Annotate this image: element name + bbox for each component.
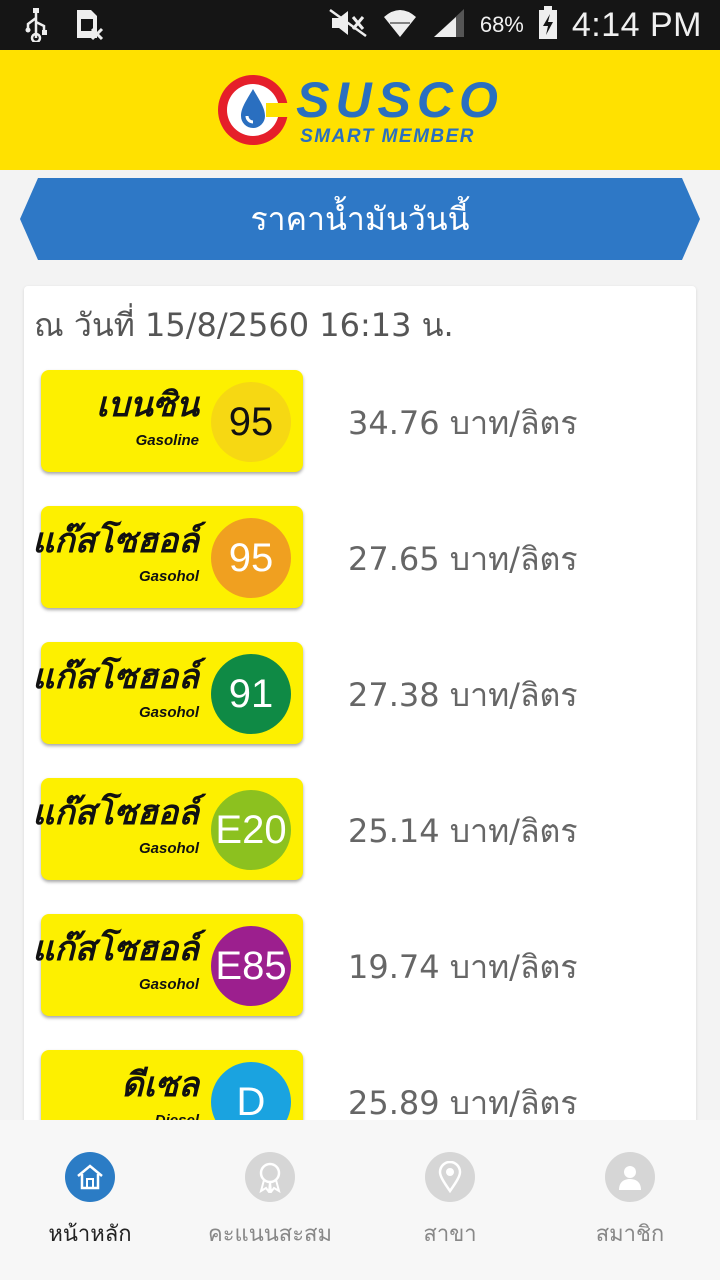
fuel-name-thai: แก๊สโซฮอล์ (32, 521, 199, 561)
fuel-grade-badge: 91 (211, 654, 291, 734)
fuel-name-english: Gasohol (138, 568, 199, 585)
fuel-row: เบนซิน Gasoline 95 34.76 บาท/ลิตร (41, 370, 681, 474)
nav-points[interactable]: คะแนนสะสม (180, 1120, 360, 1280)
fuel-price: 27.65 บาท/ลิตร (348, 540, 578, 578)
signal-icon (432, 7, 466, 43)
mute-icon (328, 8, 368, 42)
fuel-badge: แก๊สโซฮอล์ Gasohol 91 (32, 642, 303, 744)
fuel-price: 34.76 บาท/ลิตร (348, 404, 578, 442)
nav-branches[interactable]: สาขา (360, 1120, 540, 1280)
fuel-badge: แก๊สโซฮอล์ Gasohol 95 (32, 506, 303, 608)
user-icon (605, 1152, 655, 1202)
brand-name: SUSCO (296, 71, 504, 128)
price-date: ณ วันที่ 15/8/2560 16:13 น. (34, 306, 454, 344)
nav-home-label: หน้าหลัก (48, 1222, 132, 1247)
fuel-price: 27.38 บาท/ลิตร (348, 676, 578, 714)
clock: 4:14 PM (571, 5, 702, 44)
fuel-badge: แก๊สโซฮอล์ Gasohol E85 (32, 914, 303, 1016)
fuel-grade-badge: E20 (211, 790, 291, 870)
fuel-badge: แก๊สโซฮอล์ Gasohol E20 (32, 778, 303, 880)
fuel-name-thai: เบนซิน (96, 385, 199, 425)
fuel-name-thai: ดีเซล (121, 1065, 199, 1105)
fuel-row: แก๊สโซฮอล์ Gasohol 91 27.38 บาท/ลิตร (32, 642, 681, 746)
fuel-grade-badge: 95 (211, 382, 291, 462)
susco-drop-logo-icon (218, 75, 291, 145)
page-title: ราคาน้ำมันวันนี้ (250, 199, 470, 238)
susco-logo: SUSCO SMART MEMBER (216, 73, 504, 147)
nav-points-label: คะแนนสะสม (208, 1222, 332, 1247)
fuel-row: แก๊สโซฮอล์ Gasohol 95 27.65 บาท/ลิตร (32, 506, 681, 610)
app-header: SUSCO SMART MEMBER (0, 50, 720, 170)
battery-charging-icon (538, 6, 558, 44)
fuel-name-english: Gasohol (138, 704, 199, 721)
brand-subtitle: SMART MEMBER (300, 125, 476, 147)
fuel-name-thai: แก๊สโซฮอล์ (32, 929, 199, 969)
sim-missing-icon (74, 9, 104, 45)
fuel-row: แก๊สโซฮอล์ Gasohol E20 25.14 บาท/ลิตร (32, 778, 681, 882)
fuel-badge: เบนซิน Gasoline 95 (41, 370, 303, 472)
usb-icon (24, 8, 48, 46)
home-icon (65, 1152, 115, 1202)
location-pin-icon (425, 1152, 475, 1202)
price-card: ณ วันที่ 15/8/2560 16:13 น. เบนซิน Gasoli… (24, 286, 696, 1136)
fuel-name-english: Gasoline (135, 432, 199, 449)
fuel-name-thai: แก๊สโซฮอล์ (32, 657, 199, 697)
title-ribbon: ราคาน้ำมันวันนี้ (20, 178, 700, 260)
wifi-icon (382, 7, 418, 43)
fuel-price: 25.14 บาท/ลิตร (348, 812, 578, 850)
nav-home[interactable]: หน้าหลัก (0, 1120, 180, 1280)
medal-icon (245, 1152, 295, 1202)
nav-member-label: สมาชิก (595, 1222, 665, 1247)
fuel-name-thai: แก๊สโซฮอล์ (32, 793, 199, 833)
nav-member[interactable]: สมาชิก (540, 1120, 720, 1280)
status-bar: 68% 4:14 PM (0, 0, 720, 50)
fuel-name-english: Gasohol (138, 976, 199, 993)
fuel-name-english: Gasohol (138, 840, 199, 857)
nav-branches-label: สาขา (423, 1222, 477, 1247)
fuel-grade-badge: 95 (211, 518, 291, 598)
fuel-price: 19.74 บาท/ลิตร (348, 948, 578, 986)
fuel-row: แก๊สโซฮอล์ Gasohol E85 19.74 บาท/ลิตร (32, 914, 681, 1018)
fuel-grade-badge: E85 (211, 926, 291, 1006)
bottom-nav: หน้าหลัก คะแนนสะสม สาขา สมาชิก (0, 1120, 720, 1280)
battery-percent: 68% (479, 12, 524, 37)
